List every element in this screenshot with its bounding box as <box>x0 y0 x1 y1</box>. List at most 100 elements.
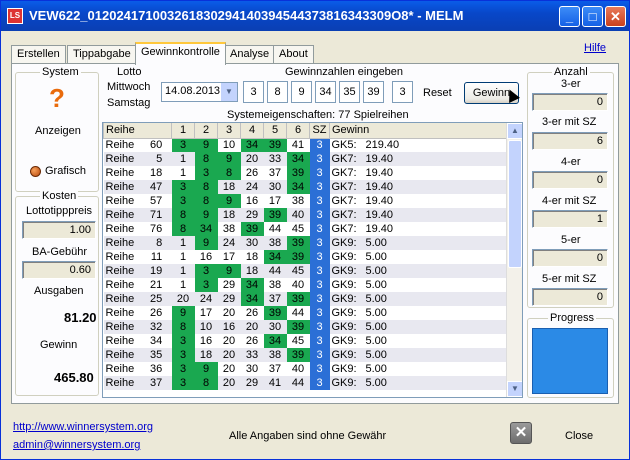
col-header-3[interactable]: 3 <box>217 123 241 139</box>
number-field-1[interactable]: 3 <box>243 81 264 103</box>
sz-cell: 3 <box>309 152 330 166</box>
system-label: System <box>40 66 81 78</box>
scroll-thumb[interactable] <box>508 140 522 268</box>
results-grid[interactable]: Reihe 1 2 3 4 5 6 SZ Gewinn Reihe 60 3 9 10 3… <box>102 122 523 398</box>
col-header-5[interactable]: 5 <box>263 123 287 139</box>
gewinn-class: GK9: <box>331 293 357 305</box>
win-value: 465.80 <box>54 370 94 385</box>
number-cell: 39 <box>286 292 310 306</box>
question-icon[interactable]: ? <box>46 83 68 113</box>
table-row[interactable]: Reihe 71 8 9 18 29 39 40 3 GK7: 19.40 <box>103 208 510 222</box>
email-link[interactable]: admin@winnersystem.org <box>13 439 140 451</box>
superzahl-field[interactable]: 3 <box>392 81 413 103</box>
col-header-1[interactable]: 1 <box>171 123 195 139</box>
table-row[interactable]: Reihe 18 1 3 8 26 37 39 3 GK7: 19.40 <box>104 166 510 180</box>
close-button[interactable]: Close <box>565 430 593 442</box>
sz-cell: 3 <box>309 362 330 376</box>
table-row[interactable]: Reihe 47 3 8 18 24 30 34 3 GK7: 19.40 <box>103 180 510 194</box>
row-label-cell: Reihe 47 <box>103 180 172 194</box>
costs-label: Kosten <box>40 190 79 202</box>
number-cell: 1 <box>179 279 187 291</box>
number-cell: 39 <box>263 306 287 320</box>
tab-analyse[interactable]: Analyse <box>224 45 276 64</box>
maximize-button[interactable]: □ <box>582 6 603 27</box>
row-label: Reihe <box>105 251 135 263</box>
lotto-price-field[interactable]: 1.00 <box>22 221 96 239</box>
scroll-down-icon[interactable]: ▼ <box>507 381 522 397</box>
table-row[interactable]: Reihe 57 3 8 9 16 17 38 3 GK7: 19.40 <box>104 194 510 208</box>
table-row[interactable]: Reihe 37 3 8 20 29 41 44 3 GK9: 5.00 <box>103 376 510 390</box>
table-row[interactable]: Reihe 21 1 3 29 34 38 40 3 GK9: 5.00 <box>104 278 510 292</box>
count-4er-field: 0 <box>532 171 608 189</box>
number-field-3[interactable]: 9 <box>291 81 312 103</box>
row-number: 11 <box>150 251 163 263</box>
col-header-6[interactable]: 6 <box>286 123 310 139</box>
number-cell: 34 <box>286 152 310 166</box>
col-header-2[interactable]: 2 <box>194 123 218 139</box>
win-label: Gewinn <box>40 339 78 351</box>
title-bar[interactable]: LS VEW622_012024171003261830294140394544… <box>1 1 629 31</box>
col-header-sz[interactable]: SZ <box>309 123 330 139</box>
graph-label[interactable]: Grafisch <box>45 165 86 177</box>
tab-erstellen[interactable]: Erstellen <box>11 45 66 64</box>
date-select[interactable]: 14.08.2013 ▼ <box>161 82 238 102</box>
number-cell: 17 <box>268 195 282 207</box>
table-row[interactable]: Reihe 34 3 16 20 26 34 45 3 GK9: 5.00 <box>104 334 510 348</box>
col-header-gewinn[interactable]: Gewinn <box>329 123 510 139</box>
minimize-button[interactable]: _ <box>559 6 580 27</box>
number-field-5[interactable]: 35 <box>339 81 360 103</box>
row-number: 25 <box>150 293 163 305</box>
sz-cell: 3 <box>309 208 330 222</box>
number-cell: 17 <box>199 307 213 319</box>
gewinn-class: GK7: <box>331 181 357 193</box>
show-label[interactable]: Anzeigen <box>35 125 81 137</box>
table-row[interactable]: Reihe 36 3 9 20 30 37 40 3 GK9: 5.00 <box>104 362 510 376</box>
gewinn-cell: GK9: 5.00 <box>330 278 510 292</box>
tab-about[interactable]: About <box>273 45 314 64</box>
row-number: 35 <box>150 349 163 361</box>
number-cell: 3 <box>171 334 195 348</box>
tab-gewinnkontrolle[interactable]: Gewinnkontrolle <box>135 42 226 65</box>
help-link[interactable]: Hilfe <box>584 42 606 54</box>
number-field-4[interactable]: 34 <box>315 81 336 103</box>
scroll-up-icon[interactable]: ▲ <box>507 123 522 139</box>
table-row[interactable]: Reihe 32 8 10 16 20 30 39 3 GK9: 5.00 <box>103 320 510 334</box>
gewinn-amount: 5.00 <box>365 349 387 361</box>
number-cell: 41 <box>263 376 287 390</box>
number-cell: 34 <box>263 250 287 264</box>
samstag-label[interactable]: Samstag <box>107 97 150 109</box>
reset-button[interactable]: Reset <box>423 87 452 99</box>
tab-tippabgabe[interactable]: Tippabgabe <box>67 45 137 64</box>
number-cell: 40 <box>286 208 310 222</box>
number-field-6[interactable]: 39 <box>363 81 384 103</box>
table-row[interactable]: Reihe 60 3 9 10 34 39 41 3 GK5: 219.40 <box>104 138 510 152</box>
chevron-down-icon[interactable]: ▼ <box>221 83 237 101</box>
number-cell: 8 <box>171 222 195 236</box>
table-row[interactable]: Reihe 8 1 9 24 30 38 39 3 GK9: 5.00 <box>103 236 510 250</box>
progress-box <box>532 328 608 394</box>
website-link[interactable]: http://www.winnersystem.org <box>13 421 153 433</box>
gewinn-amount: 19.40 <box>365 153 394 165</box>
table-row[interactable]: Reihe 76 8 34 38 39 44 45 3 GK7: 19.40 <box>104 222 510 236</box>
col-header-4[interactable]: 4 <box>240 123 264 139</box>
grid-scrollbar[interactable]: ▲ ▼ <box>506 123 522 397</box>
number-cell: 1 <box>171 264 195 278</box>
close-x-icon[interactable]: ✕ <box>510 422 532 444</box>
close-window-button[interactable]: ✕ <box>605 6 626 27</box>
col-header-reihe[interactable]: Reihe <box>103 123 172 139</box>
table-row[interactable]: Reihe 26 9 17 20 26 39 44 3 GK9: 5.00 <box>104 306 510 320</box>
table-row[interactable]: Reihe 5 1 8 9 20 33 34 3 GK7: 19.40 <box>103 152 510 166</box>
gewinn-cell: GK7: 19.40 <box>329 180 510 194</box>
lotto-label: Lotto <box>115 66 144 78</box>
table-row[interactable]: Reihe 25 20 24 29 34 37 39 3 GK9: 5.00 <box>103 292 510 306</box>
ba-fee-field[interactable]: 0.60 <box>22 261 96 279</box>
table-row[interactable]: Reihe 19 1 3 9 18 44 45 3 GK9: 5.00 <box>103 264 510 278</box>
mittwoch-label[interactable]: Mittwoch <box>107 81 150 93</box>
window-title: VEW622_012024171003261830294140394544373… <box>29 8 464 23</box>
number-cell: 37 <box>268 363 282 375</box>
gewinn-class: GK7: <box>331 195 357 207</box>
table-row[interactable]: Reihe 35 3 18 20 33 38 39 3 GK9: 5.00 <box>103 348 510 362</box>
table-row[interactable]: Reihe 11 1 16 17 18 34 39 3 GK9: 5.00 <box>104 250 510 264</box>
number-field-2[interactable]: 8 <box>267 81 288 103</box>
number-cell: 3 <box>194 166 218 180</box>
